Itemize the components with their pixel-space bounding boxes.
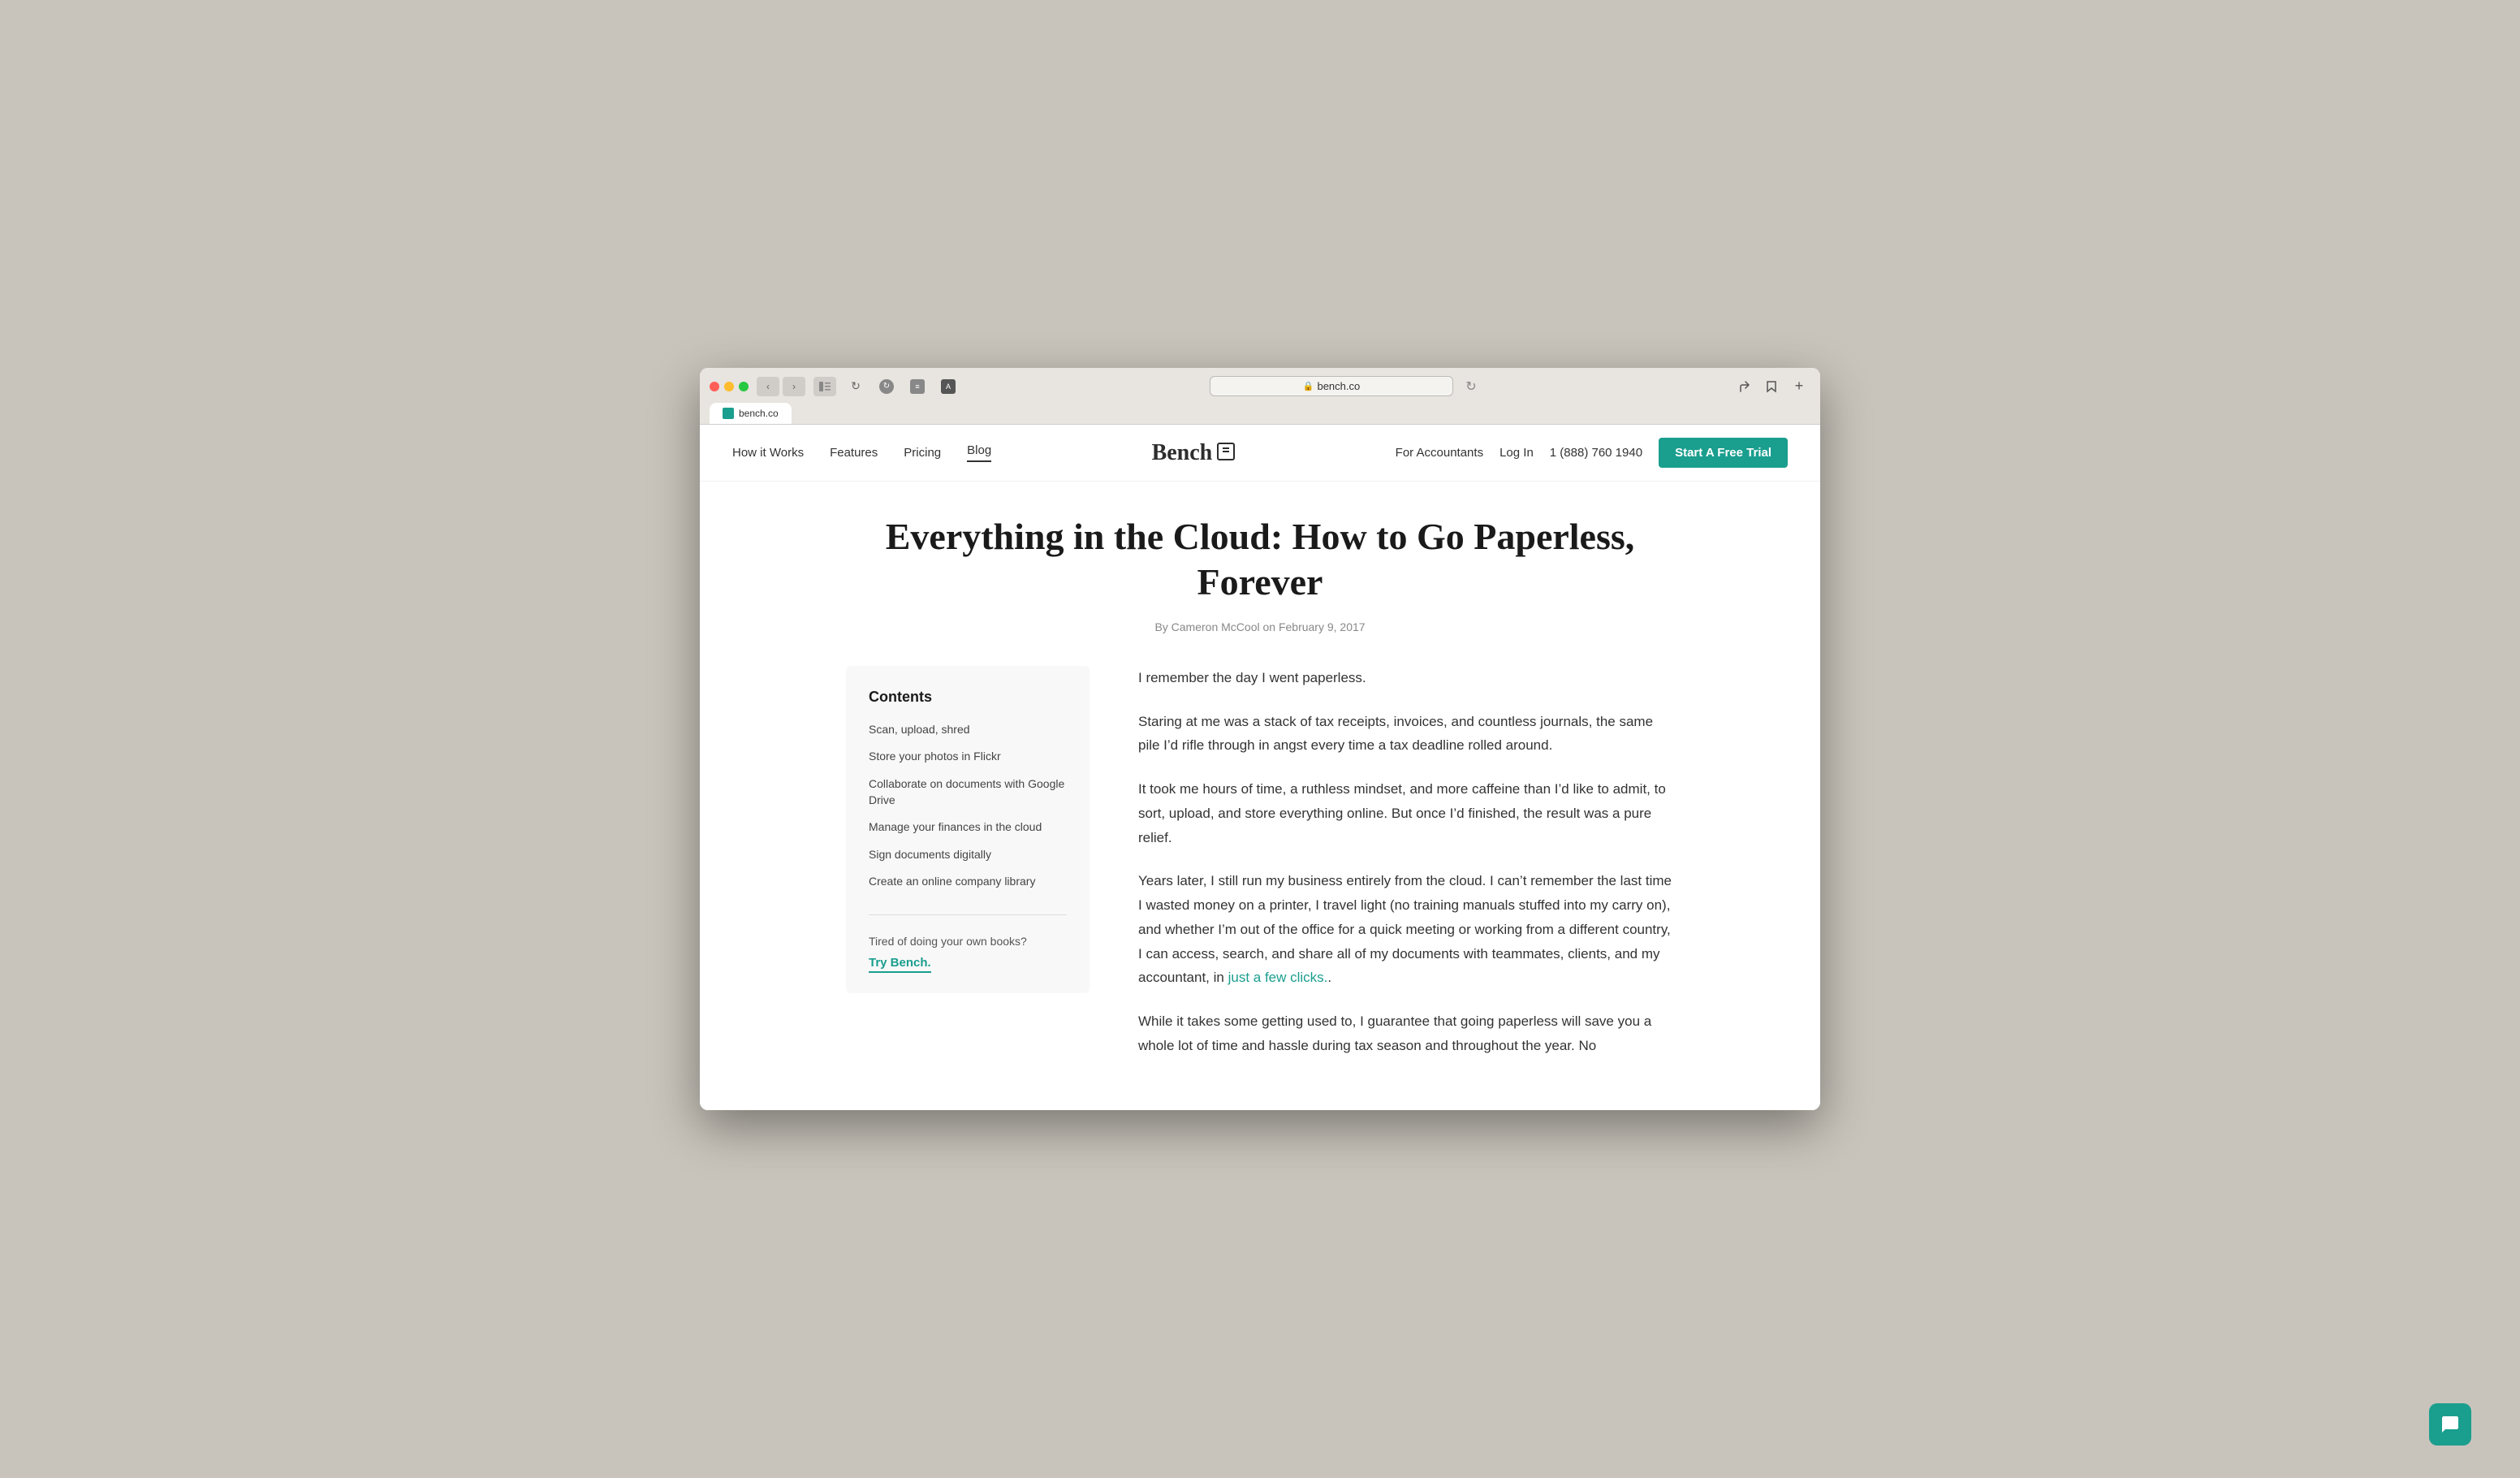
browser-window: ‹ › ↻ ↻ ≡ A xyxy=(700,368,1820,1109)
nav-link-blog[interactable]: Blog xyxy=(967,443,991,462)
sidebar-toggle-button[interactable] xyxy=(813,377,836,396)
share-icon[interactable] xyxy=(1732,377,1755,396)
site-logo[interactable]: Bench xyxy=(1152,440,1236,466)
list-item: Store your photos in Flickr xyxy=(869,749,1067,765)
refresh-icon[interactable]: ↻ xyxy=(844,377,867,396)
toc-cta-text: Tired of doing your own books? xyxy=(869,935,1067,948)
minimize-window-button[interactable] xyxy=(724,382,734,391)
nav-link-pricing[interactable]: Pricing xyxy=(904,446,941,460)
start-trial-button[interactable]: Start A Free Trial xyxy=(1659,438,1788,468)
nav-phone-number[interactable]: 1 (888) 760 1940 xyxy=(1550,446,1642,460)
toc-link-flickr[interactable]: Store your photos in Flickr xyxy=(869,750,1001,763)
extension-icon-1[interactable]: ↻ xyxy=(875,377,898,396)
toc-link-finances[interactable]: Manage your finances in the cloud xyxy=(869,820,1042,833)
list-item: Collaborate on documents with Google Dri… xyxy=(869,776,1067,808)
tab-favicon xyxy=(723,408,734,419)
article-text: I remember the day I went paperless. Sta… xyxy=(1138,666,1674,1078)
browser-tabs: bench.co xyxy=(710,403,1810,424)
bookmark-icon[interactable] xyxy=(1760,377,1783,396)
browser-nav-buttons: ‹ › xyxy=(757,377,805,396)
nav-left: How it Works Features Pricing Blog xyxy=(732,443,991,462)
add-tab-icon[interactable]: + xyxy=(1788,377,1810,396)
browser-chrome: ‹ › ↻ ↻ ≡ A xyxy=(700,368,1820,425)
toc-link-sign-docs[interactable]: Sign documents digitally xyxy=(869,848,991,861)
extension-icon-2[interactable]: ≡ xyxy=(906,377,929,396)
toc-link-company-library[interactable]: Create an online company library xyxy=(869,875,1035,888)
browser-top-bar: ‹ › ↻ ↻ ≡ A xyxy=(710,376,1810,396)
close-window-button[interactable] xyxy=(710,382,719,391)
list-item: Create an online company library xyxy=(869,874,1067,890)
nav-right: For Accountants Log In 1 (888) 760 1940 … xyxy=(1396,438,1788,468)
toc-heading: Contents xyxy=(869,689,1067,706)
right-toolbar-icons: + xyxy=(1732,377,1810,396)
active-tab[interactable]: bench.co xyxy=(710,403,792,424)
nav-link-features[interactable]: Features xyxy=(830,446,878,460)
page-content: How it Works Features Pricing Blog Bench… xyxy=(700,425,1820,1109)
list-item: Sign documents digitally xyxy=(869,847,1067,863)
logo-text: Bench xyxy=(1152,440,1213,466)
forward-button[interactable]: › xyxy=(783,377,805,396)
maximize-window-button[interactable] xyxy=(739,382,749,391)
reload-icon[interactable]: ↻ xyxy=(1460,377,1482,396)
address-bar[interactable]: 🔒 bench.co xyxy=(1210,376,1453,396)
paragraph-2: Staring at me was a stack of tax receipt… xyxy=(1138,710,1674,758)
chat-button[interactable] xyxy=(2429,1403,2471,1446)
logo-icon xyxy=(1217,443,1235,460)
toc-divider xyxy=(869,914,1067,915)
site-nav: How it Works Features Pricing Blog Bench… xyxy=(700,425,1820,482)
paragraph-4: Years later, I still run my business ent… xyxy=(1138,869,1674,990)
tab-title: bench.co xyxy=(739,408,779,419)
article-title: Everything in the Cloud: How to Go Paper… xyxy=(846,514,1674,603)
toc-cta-link[interactable]: Try Bench. xyxy=(869,956,931,973)
article-body: Contents Scan, upload, shred Store your … xyxy=(846,666,1674,1078)
paragraph-4-text: Years later, I still run my business ent… xyxy=(1138,873,1672,985)
toc-link-scan[interactable]: Scan, upload, shred xyxy=(869,723,970,736)
toc-list: Scan, upload, shred Store your photos in… xyxy=(869,722,1067,890)
nav-link-how-it-works[interactable]: How it Works xyxy=(732,446,804,460)
toc-link-google-drive[interactable]: Collaborate on documents with Google Dri… xyxy=(869,777,1064,806)
paragraph-1: I remember the day I went paperless. xyxy=(1138,666,1674,690)
paragraph-5: While it takes some getting used to, I g… xyxy=(1138,1009,1674,1058)
article-meta: By Cameron McCool on February 9, 2017 xyxy=(846,620,1674,633)
just-a-few-clicks-link[interactable]: just a few clicks. xyxy=(1228,970,1328,985)
list-item: Scan, upload, shred xyxy=(869,722,1067,738)
paragraph-3: It took me hours of time, a ruthless min… xyxy=(1138,777,1674,849)
url-text: bench.co xyxy=(1317,380,1360,392)
list-item: Manage your finances in the cloud xyxy=(869,819,1067,836)
nav-link-for-accountants[interactable]: For Accountants xyxy=(1396,446,1483,460)
nav-link-log-in[interactable]: Log In xyxy=(1499,446,1534,460)
toc-sidebar: Contents Scan, upload, shred Store your … xyxy=(846,666,1090,993)
extension-icon-3[interactable]: A xyxy=(937,377,960,396)
address-bar-area: 🔒 bench.co ↻ xyxy=(968,376,1724,396)
traffic-lights xyxy=(710,382,749,391)
lock-icon: 🔒 xyxy=(1303,381,1314,391)
article-container: Everything in the Cloud: How to Go Paper… xyxy=(813,482,1707,1109)
back-button[interactable]: ‹ xyxy=(757,377,779,396)
